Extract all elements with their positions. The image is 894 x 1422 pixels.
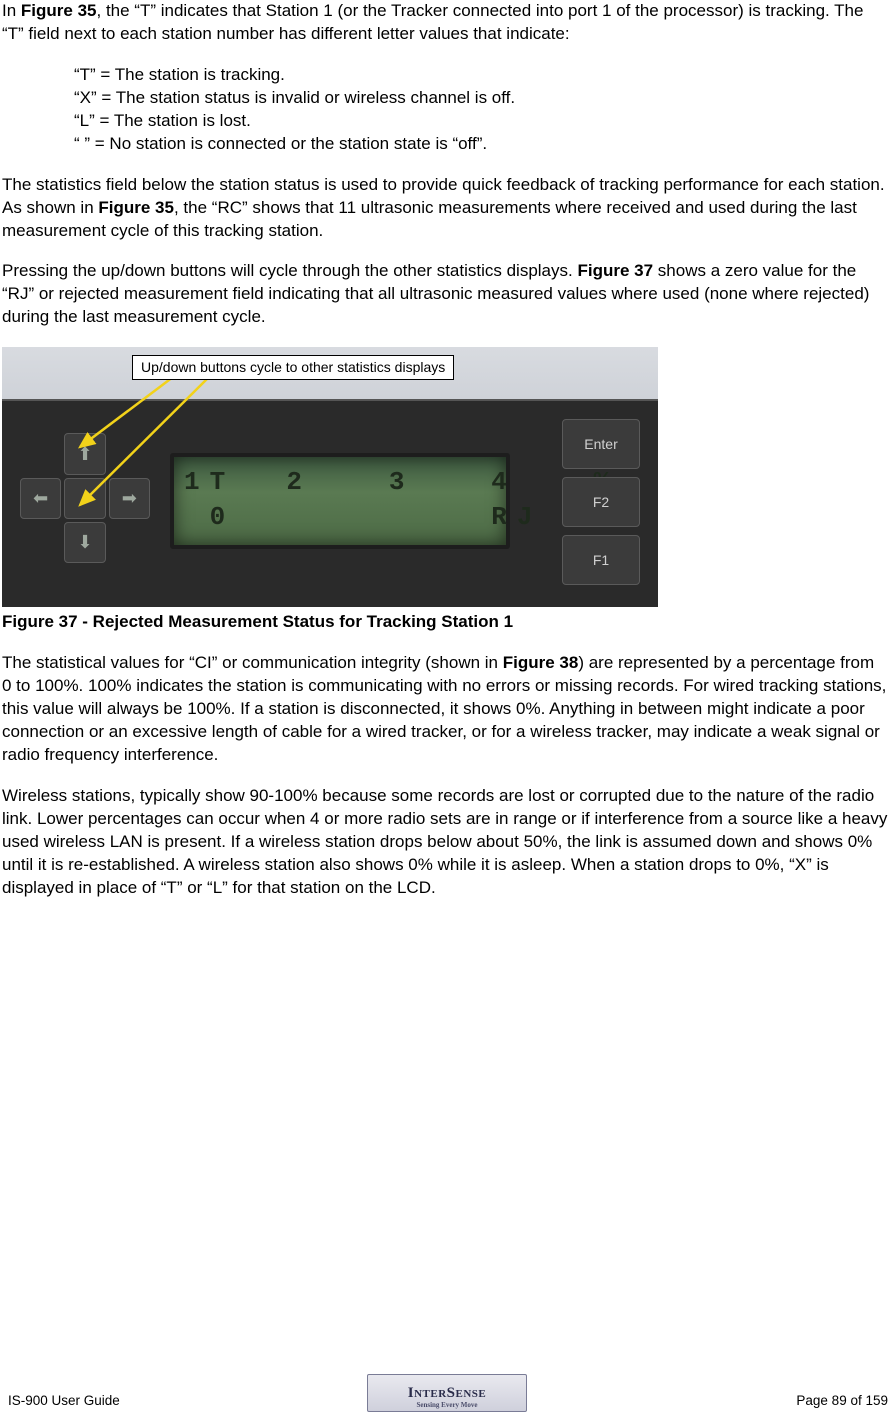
text: The statistical values for “CI” or commu… xyxy=(2,653,503,672)
status-blank: “ ” = No station is connected or the sta… xyxy=(74,133,888,156)
device-panel: ⬆ ⬅ ➡ ⬇ 1T 2 3 4 % 0 RJ Enter F2 F1 xyxy=(2,399,658,607)
ci-paragraph: The statistical values for “CI” or commu… xyxy=(2,652,888,767)
intersense-logo: InterSense Sensing Every Move xyxy=(367,1374,527,1412)
f1-button[interactable]: F1 xyxy=(562,535,640,585)
enter-button[interactable]: Enter xyxy=(562,419,640,469)
text: , the “T” indicates that Station 1 (or t… xyxy=(2,1,863,43)
dpad: ⬆ ⬅ ➡ ⬇ xyxy=(20,433,150,563)
lcd-line1: 1T 2 3 4 % xyxy=(184,467,619,497)
arrow-right-icon: ➡ xyxy=(122,486,137,510)
center-button[interactable] xyxy=(64,478,105,519)
callout-label: Up/down buttons cycle to other statistic… xyxy=(132,355,454,380)
text: In xyxy=(2,1,21,20)
arrow-left-icon: ⬅ xyxy=(33,486,48,510)
left-button[interactable]: ⬅ xyxy=(20,478,61,519)
intro-paragraph: In Figure 35, the “T” indicates that Sta… xyxy=(2,0,888,46)
lcd-line2: 0 RJ xyxy=(184,502,542,532)
figure-37-caption: Figure 37 - Rejected Measurement Status … xyxy=(2,611,888,634)
status-code-list: “T” = The station is tracking. “X” = The… xyxy=(74,64,888,156)
status-l: “L” = The station is lost. xyxy=(74,110,888,133)
arrow-down-icon: ⬇ xyxy=(77,530,92,554)
wireless-paragraph: Wireless stations, typically show 90-100… xyxy=(2,785,888,900)
lcd-display: 1T 2 3 4 % 0 RJ xyxy=(170,453,510,549)
updown-paragraph: Pressing the up/down buttons will cycle … xyxy=(2,260,888,329)
device-photo: Up/down buttons cycle to other statistic… xyxy=(2,347,658,607)
figure-ref: Figure 35 xyxy=(21,1,97,20)
text: Pressing the up/down buttons will cycle … xyxy=(2,261,577,280)
status-t: “T” = The station is tracking. xyxy=(74,64,888,87)
footer-right: Page 89 of 159 xyxy=(796,1392,888,1410)
figure-ref: Figure 38 xyxy=(503,653,579,672)
arrow-up-icon: ⬆ xyxy=(77,442,92,466)
logo-tagline: Sensing Every Move xyxy=(416,1401,477,1410)
page-footer: IS-900 User Guide Page 89 of 159 InterSe… xyxy=(0,1392,894,1410)
right-button[interactable]: ➡ xyxy=(109,478,150,519)
footer-left: IS-900 User Guide xyxy=(8,1392,120,1410)
figure-ref: Figure 37 xyxy=(577,261,653,280)
status-x: “X” = The station status is invalid or w… xyxy=(74,87,888,110)
up-button[interactable]: ⬆ xyxy=(64,433,105,474)
stats-paragraph: The statistics field below the station s… xyxy=(2,174,888,243)
function-buttons: Enter F2 F1 xyxy=(562,419,640,593)
figure-ref: Figure 35 xyxy=(98,198,174,217)
down-button[interactable]: ⬇ xyxy=(64,522,105,563)
figure-37: Up/down buttons cycle to other statistic… xyxy=(2,347,888,607)
f2-button[interactable]: F2 xyxy=(562,477,640,527)
